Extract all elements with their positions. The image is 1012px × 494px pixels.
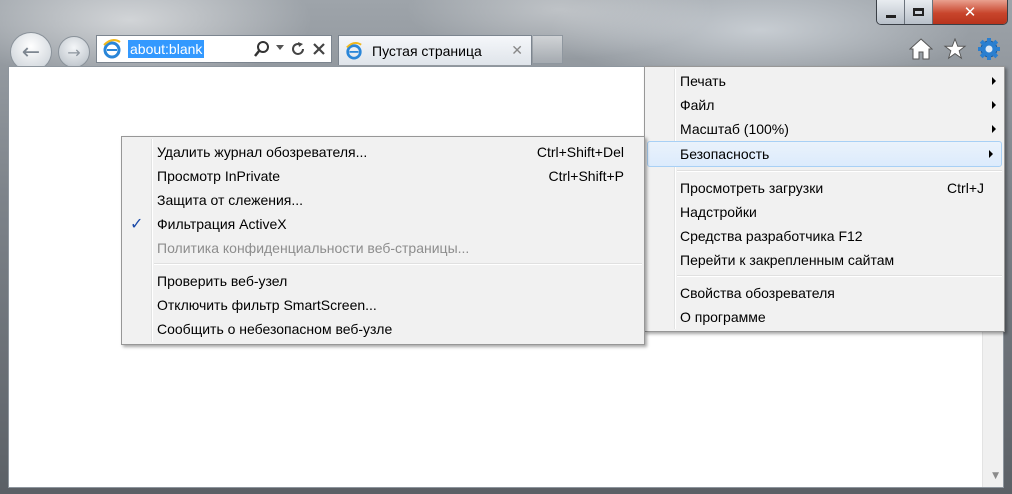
refresh-icon[interactable] — [289, 40, 307, 58]
home-icon[interactable] — [908, 36, 934, 62]
menu-item-delete-history[interactable]: Удалить журнал обозревателя... Ctrl+Shift… — [122, 140, 644, 164]
menu-item-print[interactable]: Печать — [645, 69, 1004, 93]
submenu-arrow-icon — [992, 125, 996, 133]
forward-arrow-icon: → — [67, 42, 81, 62]
menu-item-pinned-sites[interactable]: Перейти к закрепленным сайтам — [645, 248, 1004, 272]
menu-item-check-website[interactable]: Проверить веб-узел — [122, 269, 644, 293]
ie-logo-icon — [100, 37, 124, 61]
submenu-arrow-icon — [992, 77, 996, 85]
minimize-icon — [885, 14, 896, 18]
menu-separator — [677, 170, 1002, 172]
menu-item-developer-tools[interactable]: Средства разработчика F12 — [645, 224, 1004, 248]
menu-item-privacy-policy: Политика конфиденциальности веб-страницы… — [157, 240, 470, 256]
tab-blank-page[interactable]: Пустая страница ✕ — [338, 35, 532, 65]
forward-button[interactable]: → — [58, 36, 90, 68]
menu-item-file[interactable]: Файл — [645, 93, 1004, 117]
menu-item-about[interactable]: О программе — [645, 305, 1004, 329]
address-tools — [253, 38, 331, 60]
new-tab-button[interactable] — [533, 35, 563, 64]
menu-item-internet-options[interactable]: Свойства обозревателя — [645, 281, 1004, 305]
url-text[interactable]: about:blank — [128, 40, 205, 58]
favorites-star-icon[interactable] — [942, 36, 968, 62]
close-button[interactable]: ✕ — [933, 0, 1007, 24]
menu-item-addons[interactable]: Надстройки — [645, 200, 1004, 224]
dropdown-arrow-icon[interactable] — [275, 38, 285, 60]
tab-ie-logo-icon — [342, 39, 366, 63]
close-icon: ✕ — [963, 3, 977, 21]
menu-item-activex-filtering[interactable]: ✓ Фильтрация ActiveX — [122, 212, 644, 236]
menu-item-view-downloads[interactable]: Просмотреть загрузки Ctrl+J — [645, 176, 1004, 200]
tab-title: Пустая страница — [372, 42, 482, 59]
tab-close-icon[interactable]: ✕ — [511, 43, 523, 59]
checkmark-icon: ✓ — [130, 214, 144, 233]
menu-item-smartscreen-off[interactable]: Отключить фильтр SmartScreen... — [122, 293, 644, 317]
maximize-icon — [913, 8, 924, 16]
scroll-down-icon[interactable]: ▼ — [992, 471, 999, 481]
maximize-button[interactable] — [905, 0, 933, 24]
menu-item-safety[interactable]: Безопасность — [647, 141, 1002, 167]
back-arrow-icon: ← — [21, 39, 41, 65]
menu-item-tracking-protection[interactable]: Защита от слежения... — [122, 188, 644, 212]
menu-item-inprivate[interactable]: Просмотр InPrivate Ctrl+Shift+P — [122, 164, 644, 188]
submenu-arrow-icon — [989, 150, 993, 158]
menu-separator — [154, 263, 642, 265]
command-icons — [908, 36, 1002, 62]
address-bar[interactable]: about:blank — [96, 35, 332, 63]
tools-menu: Печать Файл Масштаб (100%) Безопасность … — [644, 66, 1005, 332]
search-icon[interactable] — [253, 40, 271, 58]
menu-separator — [677, 275, 1002, 277]
menu-item-report-unsafe[interactable]: Сообщить о небезопасном веб-узле — [122, 317, 644, 341]
minimize-button[interactable] — [877, 0, 905, 24]
menu-item-zoom[interactable]: Масштаб (100%) — [645, 117, 1004, 141]
stop-icon[interactable] — [311, 41, 327, 57]
tools-gear-icon[interactable] — [976, 36, 1002, 62]
submenu-arrow-icon — [992, 101, 996, 109]
safety-submenu: Удалить журнал обозревателя... Ctrl+Shift… — [121, 136, 645, 345]
caption-buttons: ✕ — [876, 0, 1008, 25]
